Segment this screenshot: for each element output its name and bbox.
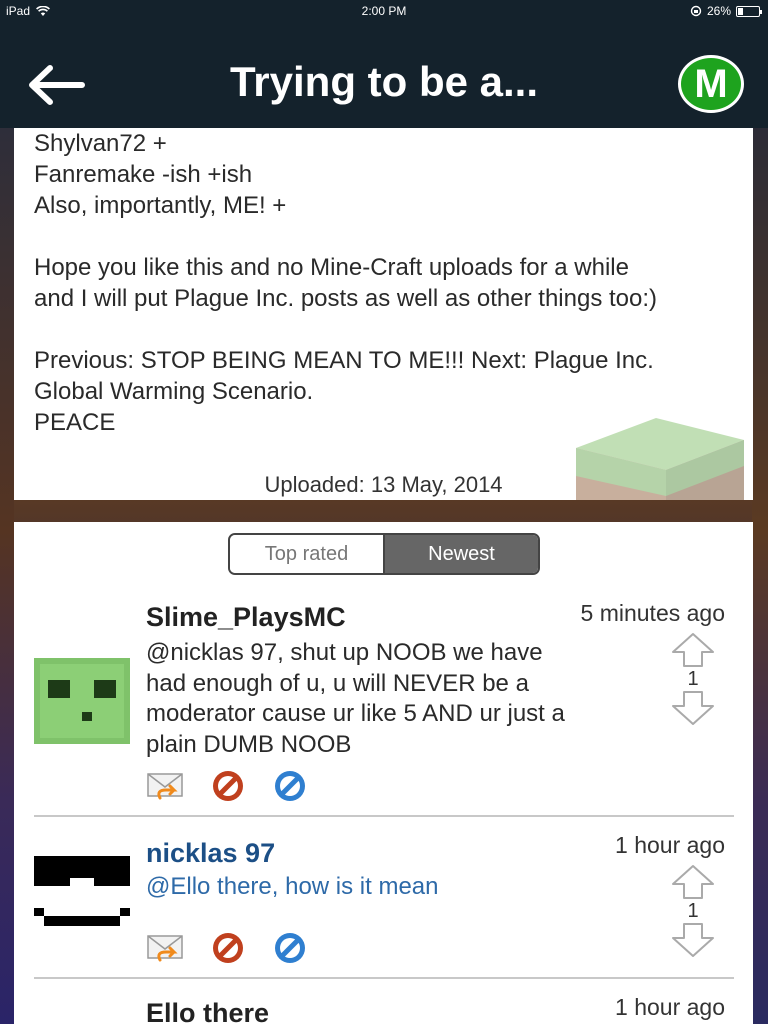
battery-icon bbox=[736, 5, 762, 17]
downvote-arrow-icon[interactable] bbox=[671, 922, 715, 958]
report-icon[interactable] bbox=[270, 930, 310, 966]
comment-text-line: had enough of u, u will NEVER be a bbox=[146, 669, 529, 697]
vote-count: 1 bbox=[687, 668, 699, 690]
block-icon[interactable] bbox=[208, 930, 248, 966]
comment-divider bbox=[34, 977, 734, 979]
sort-newest-tab[interactable]: Newest bbox=[383, 535, 538, 573]
comments-card: Top rated Newest Slime_PlaysMC 5 minutes… bbox=[14, 522, 753, 1024]
comment-text-line: moderator cause ur like 5 AND ur just a bbox=[146, 700, 565, 727]
comment-actions bbox=[146, 930, 310, 966]
comment-time: 1 hour ago bbox=[615, 832, 725, 858]
reply-envelope-icon[interactable] bbox=[146, 930, 186, 966]
reply-envelope-icon[interactable] bbox=[146, 768, 186, 804]
comment-text-line: @Ello there, how is it mean bbox=[146, 873, 439, 900]
battery-percent: 26% bbox=[706, 4, 731, 18]
description-line: Hope you like this and no Mine-Craft upl… bbox=[34, 254, 629, 281]
downvote-arrow-icon[interactable] bbox=[671, 690, 715, 726]
description-line: Previous: STOP BEING MEAN TO ME!!! Next:… bbox=[34, 347, 654, 374]
description-line: Also, importantly, ME! + bbox=[34, 192, 287, 219]
navigation-bar: Trying to be a... M bbox=[0, 22, 768, 128]
comment-time: 1 hour ago bbox=[615, 994, 725, 1020]
description-line: Global Warming Scenario. bbox=[34, 378, 314, 405]
description-line: and I will put Plague Inc. posts as well… bbox=[34, 285, 658, 312]
orientation-lock-icon bbox=[690, 5, 702, 17]
upload-date: Uploaded: 13 May, 2014 bbox=[264, 472, 503, 497]
app-logo-icon[interactable]: M bbox=[678, 55, 744, 113]
background-left bbox=[0, 128, 14, 1024]
vote-control: 1 bbox=[668, 864, 718, 958]
comment-time: 5 minutes ago bbox=[580, 600, 725, 626]
sort-segmented-control: Top rated Newest bbox=[228, 533, 540, 575]
comment-text: @Ello there, how is it mean bbox=[146, 872, 626, 903]
description-line: Shylvan72 + bbox=[34, 130, 167, 157]
comment-text-line: @nicklas 97, shut up NOOB we have bbox=[146, 639, 543, 666]
background-right bbox=[752, 128, 768, 1024]
status-bar: iPad 2:00 PM 26% bbox=[0, 0, 768, 22]
comment-text-line: plain DUMB NOOB bbox=[146, 730, 352, 758]
avatar[interactable] bbox=[34, 658, 130, 744]
comment-author[interactable]: nicklas 97 bbox=[146, 838, 275, 869]
sort-top-rated-tab[interactable]: Top rated bbox=[230, 535, 383, 573]
upvote-arrow-icon[interactable] bbox=[671, 864, 715, 900]
comment-actions bbox=[146, 768, 310, 804]
block-icon[interactable] bbox=[208, 768, 248, 804]
description-line: Fanremake -ish +ish bbox=[34, 161, 253, 188]
clock: 2:00 PM bbox=[361, 4, 407, 18]
report-icon[interactable] bbox=[270, 768, 310, 804]
description-text: Shylvan72 + Fanremake -ish +ish Also, im… bbox=[34, 128, 734, 438]
avatar[interactable] bbox=[34, 852, 130, 942]
comment-text: @nicklas 97, shut up NOOB we have had en… bbox=[146, 638, 626, 760]
comment-author[interactable]: Slime_PlaysMC bbox=[146, 602, 346, 633]
vote-count: 1 bbox=[687, 900, 699, 922]
page-title: Trying to be a... bbox=[229, 58, 539, 105]
comment-author[interactable]: Ello there bbox=[146, 998, 269, 1024]
upvote-arrow-icon[interactable] bbox=[671, 632, 715, 668]
description-card: Shylvan72 + Fanremake -ish +ish Also, im… bbox=[14, 128, 753, 500]
comment-divider bbox=[34, 815, 734, 817]
vote-control: 1 bbox=[668, 632, 718, 726]
